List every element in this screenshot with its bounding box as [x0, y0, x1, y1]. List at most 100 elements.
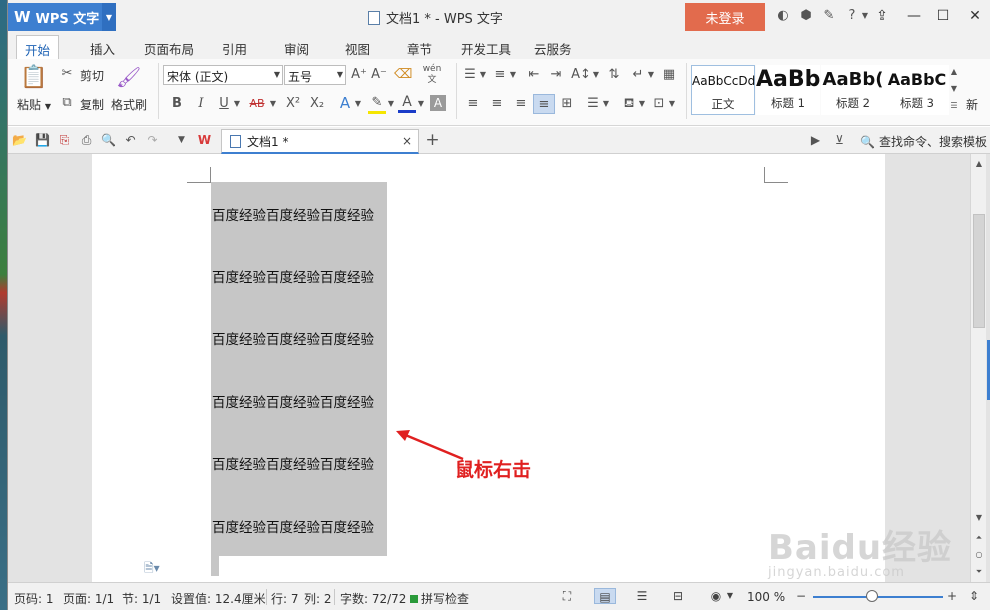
- status-scroll-icon[interactable]: ⇕: [966, 588, 982, 604]
- web-view-icon[interactable]: ⊟: [670, 588, 686, 604]
- zoom-slider-handle[interactable]: [865, 590, 878, 602]
- settings-hex-icon[interactable]: ⬢: [799, 9, 813, 23]
- feedback-icon[interactable]: ✎: [822, 9, 836, 23]
- scrollbar-thumb[interactable]: [973, 214, 985, 328]
- chevron-down-icon[interactable]: ▼: [102, 3, 116, 31]
- status-position[interactable]: 设置值: 12.4厘米: [171, 590, 266, 607]
- vertical-scrollbar[interactable]: ▲ ▼ ⏶ ○ ⏷: [970, 154, 986, 582]
- login-button[interactable]: 未登录: [685, 3, 765, 31]
- chevron-down-icon[interactable]: ▼: [592, 67, 600, 83]
- text-selection[interactable]: [211, 182, 387, 556]
- chevron-down-icon[interactable]: ▼: [509, 67, 517, 83]
- minimize-button[interactable]: —: [900, 4, 928, 28]
- status-word-count[interactable]: 字数: 72/72: [340, 590, 406, 607]
- status-section[interactable]: 节: 1/1: [122, 590, 161, 607]
- style-heading-2[interactable]: AaBb( 标题 2: [821, 65, 885, 115]
- print-icon[interactable]: ⎙: [79, 133, 94, 148]
- tab-start[interactable]: 开始: [16, 35, 60, 59]
- subscript-button[interactable]: X₂: [306, 96, 328, 112]
- scissors-icon[interactable]: ✂: [59, 66, 75, 82]
- styles-scroll-up-icon[interactable]: ▲: [949, 64, 959, 80]
- prev-page-icon[interactable]: ⏶: [973, 532, 985, 544]
- bold-button[interactable]: B: [169, 96, 185, 112]
- chevron-down-icon[interactable]: ▼: [668, 96, 676, 112]
- print-preview-icon[interactable]: 🔍: [101, 133, 116, 148]
- chevron-down-icon[interactable]: ▼: [638, 96, 646, 112]
- restore-ribbon-icon[interactable]: ⇪: [868, 4, 896, 28]
- tab-insert[interactable]: 插入: [82, 37, 123, 59]
- char-shading-button[interactable]: A: [430, 95, 446, 111]
- font-color-dropdown-icon[interactable]: ▼: [416, 96, 426, 112]
- zoom-in-icon[interactable]: +: [944, 588, 960, 604]
- tab-review[interactable]: 审阅: [276, 37, 317, 59]
- underline-button[interactable]: U: [216, 96, 232, 112]
- copy-icon[interactable]: ⧉: [59, 95, 75, 111]
- status-page[interactable]: 页面: 1/1: [63, 590, 114, 607]
- fullscreen-icon[interactable]: ⛶: [559, 588, 575, 604]
- save-icon[interactable]: 💾: [35, 133, 50, 148]
- document-page[interactable]: 百度经验百度经验百度经验 百度经验百度经验百度经验 百度经验百度经验百度经验 百…: [92, 154, 885, 582]
- increase-indent-icon[interactable]: ⇥: [547, 67, 565, 83]
- cut-button[interactable]: 剪切: [80, 67, 104, 84]
- spell-check-button[interactable]: 拼写检查: [410, 590, 469, 607]
- scroll-up-icon[interactable]: ▲: [973, 158, 985, 170]
- font-family-select[interactable]: 宋体 (正文) ▼: [163, 65, 283, 85]
- document-line[interactable]: 百度经验百度经验百度经验: [212, 391, 374, 411]
- align-right-icon[interactable]: ≡: [512, 96, 530, 112]
- strikethrough-button[interactable]: AB: [246, 96, 268, 112]
- chevron-down-icon[interactable]: ▼: [722, 588, 738, 604]
- italic-button[interactable]: I: [193, 96, 209, 112]
- styles-more-icon[interactable]: ☰: [949, 98, 959, 114]
- font-size-select[interactable]: 五号 ▼: [284, 65, 346, 85]
- paste-button[interactable]: 粘贴 ▼: [17, 96, 51, 113]
- highlight-icon[interactable]: ✎: [368, 95, 386, 114]
- next-page-icon[interactable]: ⏷: [973, 566, 985, 578]
- distributed-align-icon[interactable]: ⊞: [558, 96, 576, 112]
- pin-icon[interactable]: ⊻: [832, 133, 847, 148]
- document-tab[interactable]: 文档1 * ×: [221, 129, 419, 154]
- command-search[interactable]: 🔍 查找命令、搜索模板: [860, 133, 987, 150]
- align-center-icon[interactable]: ≡: [488, 96, 506, 112]
- shrink-font-icon[interactable]: A⁻: [370, 67, 388, 83]
- format-painter-button[interactable]: 格式刷: [111, 96, 147, 113]
- line-spacing-icon[interactable]: ☰: [584, 96, 602, 112]
- close-button[interactable]: ✕: [961, 4, 989, 28]
- redo-icon[interactable]: ↷: [145, 133, 160, 148]
- document-line[interactable]: 百度经验百度经验百度经验: [212, 516, 374, 536]
- phonetic-guide-icon[interactable]: wén 文: [418, 64, 446, 86]
- tab-chapter[interactable]: 章节: [399, 37, 440, 59]
- effects-dropdown-icon[interactable]: ▼: [353, 96, 363, 112]
- status-page-code[interactable]: 页码: 1: [14, 590, 54, 607]
- zoom-slider[interactable]: [813, 596, 943, 598]
- styles-scroll-down-icon[interactable]: ▼: [949, 81, 959, 97]
- style-heading-1[interactable]: AaBb 标题 1: [756, 65, 820, 115]
- chevron-down-icon[interactable]: ▼: [602, 96, 610, 112]
- outline-view-icon[interactable]: ☰: [634, 588, 650, 604]
- document-line[interactable]: 百度经验百度经验百度经验: [212, 453, 374, 473]
- underline-dropdown-icon[interactable]: ▼: [232, 96, 242, 112]
- play-icon[interactable]: ▶: [808, 133, 823, 148]
- grow-font-icon[interactable]: A⁺: [350, 67, 368, 83]
- table-grid-icon[interactable]: ▦: [660, 67, 678, 83]
- paste-icon[interactable]: 📋: [20, 65, 47, 91]
- scroll-down-icon[interactable]: ▼: [973, 512, 985, 524]
- format-painter-icon[interactable]: 🖌: [116, 65, 141, 89]
- highlight-dropdown-icon[interactable]: ▼: [386, 96, 396, 112]
- document-line[interactable]: 百度经验百度经验百度经验: [212, 328, 374, 348]
- zoom-level[interactable]: 100 %: [747, 590, 785, 604]
- help-icon[interactable]: ?: [845, 9, 859, 23]
- tab-page-layout[interactable]: 页面布局: [136, 37, 202, 59]
- tab-references[interactable]: 引用: [214, 37, 255, 59]
- zoom-out-icon[interactable]: −: [793, 588, 809, 604]
- shading-bucket-icon[interactable]: ⛾: [620, 96, 638, 112]
- tab-cloud[interactable]: 云服务: [526, 37, 580, 59]
- tab-view[interactable]: 视图: [337, 37, 378, 59]
- app-menu-button[interactable]: W WPS 文字 ▼: [8, 3, 116, 31]
- text-direction-icon[interactable]: A↕: [571, 67, 591, 83]
- decrease-indent-icon[interactable]: ⇤: [525, 67, 543, 83]
- sort-icon[interactable]: ⇅: [605, 67, 623, 83]
- paste-options-icon[interactable]: 🗎▾: [144, 559, 160, 580]
- bullet-list-icon[interactable]: ☰: [461, 67, 479, 83]
- wps-home-icon[interactable]: W: [197, 133, 212, 148]
- undo-icon[interactable]: ↶: [123, 133, 138, 148]
